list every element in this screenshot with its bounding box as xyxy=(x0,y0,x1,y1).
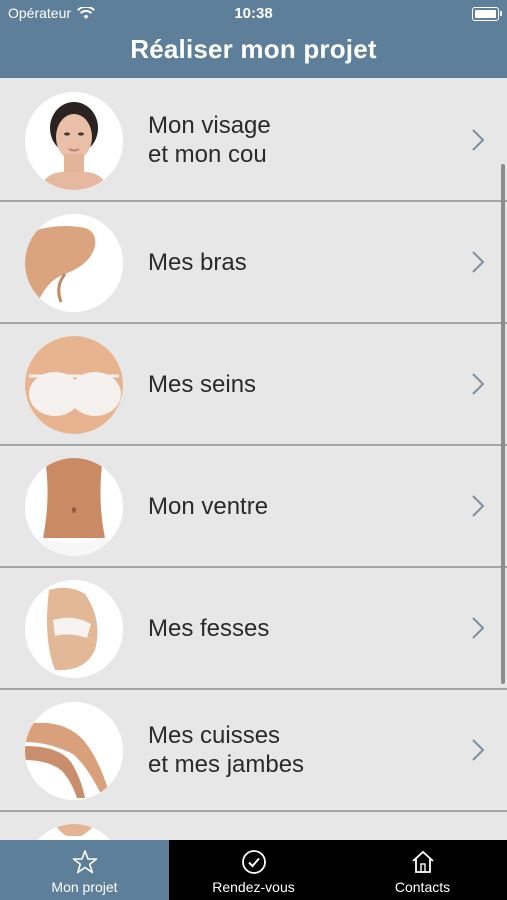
tab-rendez-vous[interactable]: Rendez-vous xyxy=(169,840,338,900)
list-item-label: Mes cuisses et mes jambes xyxy=(148,690,448,810)
list-item-bras[interactable]: Mes bras xyxy=(0,202,507,324)
list-item-label: Mes seins xyxy=(148,324,448,444)
label-line-1: Mes fesses xyxy=(148,614,270,642)
arm-image xyxy=(25,214,123,312)
star-icon xyxy=(72,850,97,874)
chevron-right-icon xyxy=(472,617,485,639)
clock: 10:38 xyxy=(234,5,273,22)
chevron-right-icon xyxy=(472,739,485,761)
chevron-right-icon xyxy=(472,373,485,395)
chevron-right-icon xyxy=(472,129,485,151)
list-item-partial[interactable] xyxy=(0,812,507,840)
project-list[interactable]: Mon visage et mon cou Mes bras Mes seins… xyxy=(0,80,507,840)
legs-image xyxy=(25,702,123,800)
label-line-1: Mes bras xyxy=(148,248,247,276)
label-line-2: et mon cou xyxy=(148,141,267,168)
partial-image xyxy=(25,824,123,840)
label-line-1: Mes seins xyxy=(148,370,257,398)
home-icon xyxy=(411,850,434,873)
tab-mon-projet[interactable]: Mon projet xyxy=(0,840,169,900)
label-line-2: et mes jambes xyxy=(148,751,305,778)
chevron-right-icon xyxy=(472,495,485,517)
check-circle-icon xyxy=(241,850,266,874)
label-line-1: Mon ventre xyxy=(148,492,269,520)
list-item-fesses[interactable]: Mes fesses xyxy=(0,568,507,690)
status-bar: Opérateur 10:38 xyxy=(0,0,507,28)
face-neck-image xyxy=(25,92,123,190)
tab-label: Mon projet xyxy=(51,879,118,895)
scrollbar[interactable] xyxy=(501,164,505,684)
navigation-header: Opérateur 10:38 Réaliser mon projet xyxy=(0,0,507,78)
list-item-ventre[interactable]: Mon ventre xyxy=(0,446,507,568)
label-line-1: Mon visage xyxy=(148,112,271,139)
tab-contacts[interactable]: Contacts xyxy=(338,840,507,900)
buttocks-image xyxy=(25,580,123,678)
tab-bar: Mon projet Rendez-vous Contacts xyxy=(0,840,507,900)
list-item-label: Mes bras xyxy=(148,202,448,322)
list-item-cuisses[interactable]: Mes cuisses et mes jambes xyxy=(0,690,507,812)
page-title: Réaliser mon projet xyxy=(130,34,377,64)
list-item-label: Mon ventre xyxy=(148,446,448,566)
list-item-seins[interactable]: Mes seins xyxy=(0,324,507,446)
battery-icon xyxy=(472,7,502,21)
tab-label: Rendez-vous xyxy=(212,879,295,895)
list-item-visage[interactable]: Mon visage et mon cou xyxy=(0,80,507,202)
list-item-label: Mon visage et mon cou xyxy=(148,80,448,200)
label-line-1: Mes cuisses xyxy=(148,722,281,749)
belly-image xyxy=(25,458,123,556)
chevron-right-icon xyxy=(472,251,485,273)
list-item-label: Mes fesses xyxy=(148,568,448,688)
chest-image xyxy=(25,336,123,434)
tab-label: Contacts xyxy=(394,879,451,895)
